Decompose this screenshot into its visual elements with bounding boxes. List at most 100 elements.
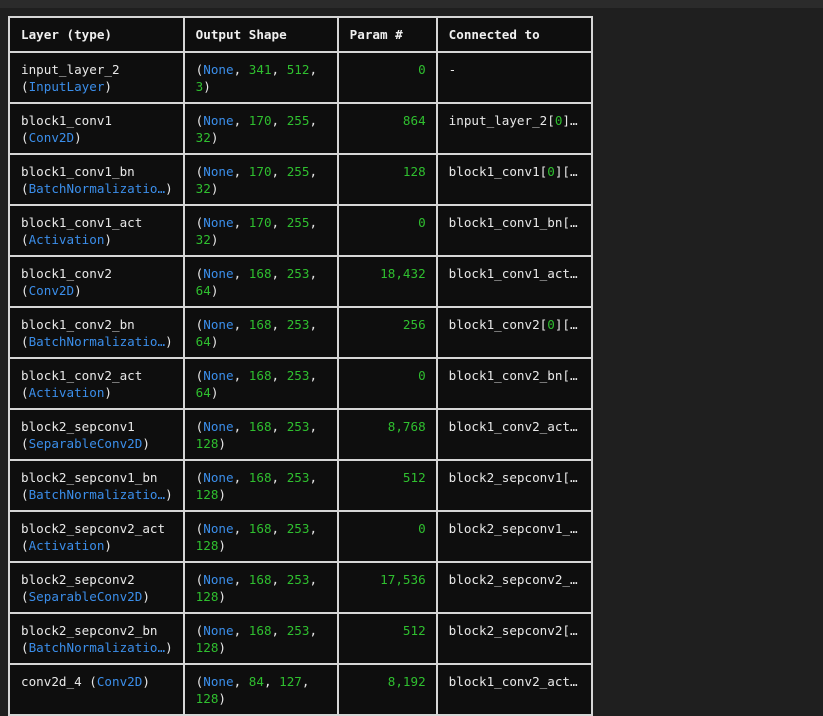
shape-batch: None <box>203 317 234 332</box>
layer-class: Activation <box>28 385 105 400</box>
connected-to-cell: block1_conv1[0][… <box>435 153 593 206</box>
layer-name: block2_sepconv2_act <box>21 521 166 536</box>
connected-to-cell: block2_sepconv2_… <box>435 561 593 614</box>
shape-width: 253 <box>286 572 310 587</box>
shape-width: 255 <box>286 164 310 179</box>
shape-height: 170 <box>248 164 272 179</box>
shape-width: 253 <box>286 623 310 638</box>
shape-channels: 64 <box>195 283 211 298</box>
shape-line-2: 128) <box>195 538 227 553</box>
connected-to-cell: block2_sepconv1[… <box>435 459 593 512</box>
shape-line-2: 32) <box>195 181 219 196</box>
shape-width: 127 <box>279 674 302 689</box>
layer-class: BatchNormalizatio… <box>28 487 166 502</box>
param-count-cell: 0 <box>336 204 438 257</box>
layer-class: SeparableConv2D <box>28 589 143 604</box>
layer-type-cell: block1_conv2_bn (BatchNormalizatio…) <box>8 306 185 359</box>
layer-class: BatchNormalizatio… <box>28 181 166 196</box>
connection-index: 0 <box>547 317 555 332</box>
connection-index: 0 <box>554 113 563 128</box>
connected-to-cell: block1_conv1_act… <box>435 255 593 308</box>
layer-class: BatchNormalizatio… <box>28 334 166 349</box>
table-row: block2_sepconv1 (SeparableConv2D) (None, 1… <box>8 408 593 461</box>
output-shape-cell: (None, 170, 255, 32) <box>182 204 339 257</box>
shape-width: 255 <box>286 113 310 128</box>
table-row: block1_conv1_act (Activation) (None, 170, … <box>8 204 593 257</box>
layer-name: conv2d_4 <box>21 674 82 689</box>
connected-to-text: block2_sepconv1[… <box>448 470 578 485</box>
shape-height: 168 <box>248 623 272 638</box>
shape-line-2: 64) <box>195 385 219 400</box>
layer-name: block1_conv1 <box>21 113 112 128</box>
shape-channels: 32 <box>195 181 211 196</box>
table-body: input_layer_2 (InputLayer) (None, 341, 512… <box>8 51 593 716</box>
layer-type-cell: block2_sepconv2_bn (BatchNormalizatio…) <box>8 612 185 665</box>
shape-line-1: (None, 168, 253, <box>195 521 318 536</box>
shape-channels: 128 <box>195 538 219 553</box>
output-shape-cell: (None, 168, 253, 128) <box>182 459 339 512</box>
shape-line-1: (None, 168, 253, <box>195 317 318 332</box>
shape-batch: None <box>203 368 234 383</box>
output-shape-cell: (None, 170, 255, 32) <box>182 153 339 206</box>
layer-type-cell: input_layer_2 (InputLayer) <box>8 51 185 104</box>
table-row: conv2d_4 (Conv2D) (None, 84, 127, 128) 8,19… <box>8 663 593 716</box>
output-shape-cell: (None, 168, 253, 128) <box>182 408 339 461</box>
layer-name: block1_conv1_bn <box>21 164 135 179</box>
layer-class-line: (Activation) <box>21 232 113 247</box>
shape-line-2: 128) <box>195 436 227 451</box>
shape-channels: 128 <box>195 436 219 451</box>
header-output-shape: Output Shape <box>182 16 339 53</box>
shape-batch: None <box>203 164 234 179</box>
param-count-cell: 17,536 <box>336 561 438 614</box>
layer-class: Activation <box>28 232 105 247</box>
connected-to-text: block2_sepconv1_… <box>448 521 578 536</box>
connected-to-text: input_layer_2[0]… <box>448 113 578 128</box>
connected-to-cell: block1_conv2[0][… <box>435 306 593 359</box>
output-shape-cell: (None, 168, 253, 64) <box>182 357 339 410</box>
layer-type-cell: block1_conv2 (Conv2D) <box>8 255 185 308</box>
param-count-cell: 128 <box>336 153 438 206</box>
table-header-row: Layer (type) Output Shape Param # Connec… <box>8 16 593 53</box>
shape-batch: None <box>203 62 234 77</box>
param-count-cell: 0 <box>336 51 438 104</box>
shape-channels: 128 <box>195 487 219 502</box>
layer-name: block1_conv2_bn <box>21 317 135 332</box>
layer-type-cell: block1_conv1_act (Activation) <box>8 204 185 257</box>
layer-type-cell: block2_sepconv1 (SeparableConv2D) <box>8 408 185 461</box>
shape-line-2: 128) <box>195 589 227 604</box>
shape-channels: 128 <box>195 640 219 655</box>
shape-height: 168 <box>248 266 272 281</box>
param-count-cell: 8,192 <box>336 663 438 716</box>
layer-class: SeparableConv2D <box>28 436 143 451</box>
table-row: block1_conv2 (Conv2D) (None, 168, 253, 64) 1… <box>8 255 593 308</box>
param-count-cell: 864 <box>336 102 438 155</box>
layer-class: Activation <box>28 538 105 553</box>
param-count-cell: 0 <box>336 510 438 563</box>
connected-to-text: block1_conv1_act… <box>448 266 578 281</box>
shape-height: 168 <box>248 419 272 434</box>
notebook-output-panel: Layer (type) Output Shape Param # Connec… <box>0 8 823 716</box>
layer-type-cell: block1_conv1 (Conv2D) <box>8 102 185 155</box>
layer-type-cell: block1_conv1_bn (BatchNormalizatio…) <box>8 153 185 206</box>
layer-class: Conv2D <box>28 130 75 145</box>
connected-to-text: block1_conv2_act… <box>448 674 578 689</box>
output-shape-cell: (None, 168, 253, 64) <box>182 306 339 359</box>
output-shape-cell: (None, 170, 255, 32) <box>182 102 339 155</box>
param-count-cell: 512 <box>336 612 438 665</box>
layer-name: block2_sepconv2_bn <box>21 623 158 638</box>
table-row: block1_conv1 (Conv2D) (None, 170, 255, 32) 8… <box>8 102 593 155</box>
shape-channels: 3 <box>195 79 204 94</box>
shape-channels: 32 <box>195 232 211 247</box>
layer-name: block2_sepconv2 <box>21 572 135 587</box>
shape-width: 253 <box>286 317 310 332</box>
shape-height: 170 <box>248 113 272 128</box>
shape-width: 253 <box>286 368 310 383</box>
layer-class: Conv2D <box>96 674 143 689</box>
layer-name: block2_sepconv1_bn <box>21 470 158 485</box>
shape-height: 170 <box>248 215 272 230</box>
layer-class: BatchNormalizatio… <box>28 640 166 655</box>
shape-height: 168 <box>248 470 272 485</box>
header-layer-type: Layer (type) <box>8 16 185 53</box>
shape-batch: None <box>203 623 234 638</box>
connected-to-text: block2_sepconv2_… <box>448 572 578 587</box>
